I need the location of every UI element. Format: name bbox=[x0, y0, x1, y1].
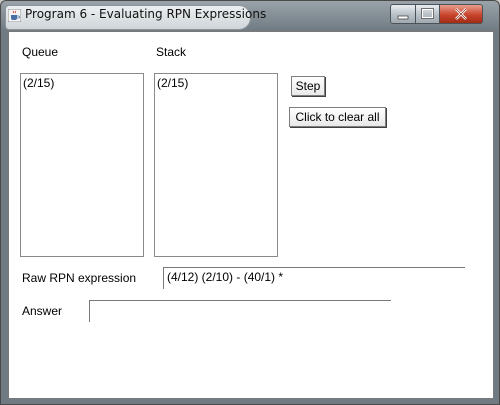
list-item[interactable]: (2/15) bbox=[23, 76, 54, 90]
close-icon bbox=[455, 8, 467, 20]
stack-list[interactable]: (2/15) bbox=[154, 73, 278, 257]
title-bar[interactable]: Program 6 - Evaluating RPN Expressions bbox=[1, 1, 499, 31]
queue-list[interactable]: (2/15) bbox=[20, 73, 144, 257]
minimize-button[interactable] bbox=[390, 4, 416, 24]
app-window: Program 6 - Evaluating RPN Expressions Q… bbox=[0, 0, 500, 405]
step-button[interactable]: Step bbox=[291, 76, 325, 96]
maximize-button[interactable] bbox=[415, 4, 440, 24]
content-panel: Queue Stack (2/15) (2/15) Step Click to … bbox=[8, 31, 494, 399]
window-controls bbox=[390, 4, 495, 24]
maximize-icon bbox=[421, 8, 434, 19]
answer-label: Answer bbox=[22, 304, 63, 318]
window-title: Program 6 - Evaluating RPN Expressions bbox=[25, 7, 267, 21]
raw-expression-input[interactable]: (4/12) (2/10) - (40/1) * bbox=[163, 267, 465, 289]
java-coffee-cup-icon bbox=[8, 9, 21, 22]
close-button[interactable] bbox=[439, 4, 483, 24]
minimize-icon bbox=[397, 15, 409, 20]
answer-field[interactable] bbox=[89, 300, 391, 322]
queue-label: Queue bbox=[22, 45, 59, 59]
stack-label: Stack bbox=[156, 45, 187, 59]
list-item[interactable]: (2/15) bbox=[157, 76, 188, 90]
raw-expression-label: Raw RPN expression bbox=[22, 271, 137, 285]
clear-all-button[interactable]: Click to clear all bbox=[289, 107, 386, 127]
